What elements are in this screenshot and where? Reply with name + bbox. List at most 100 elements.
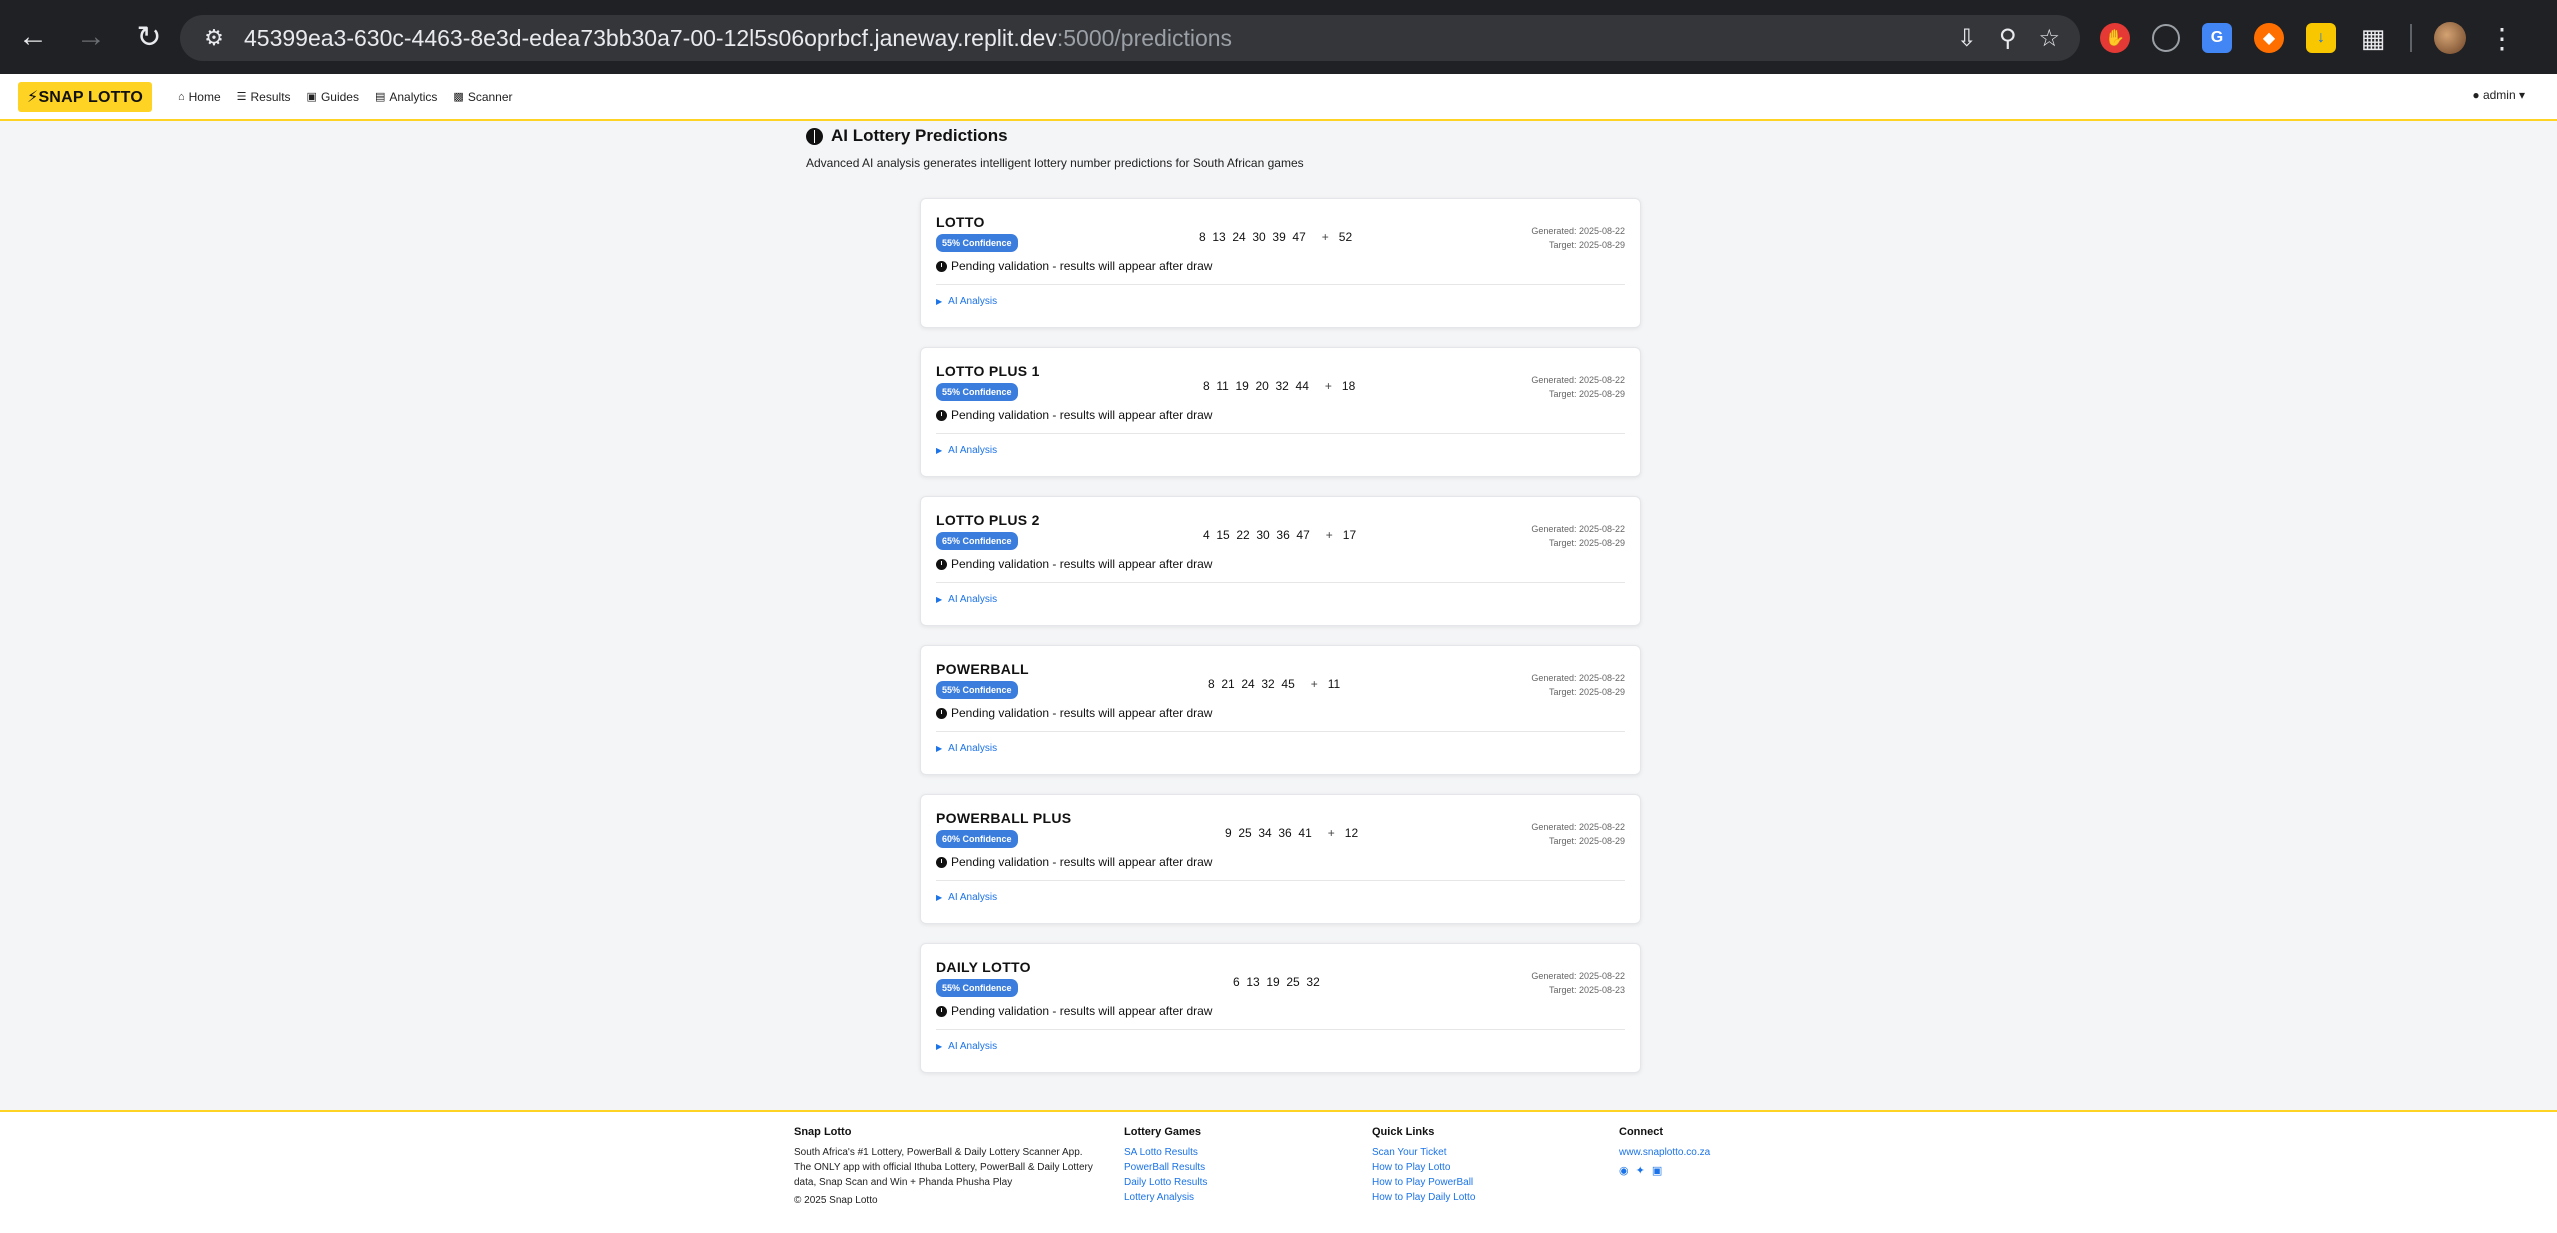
- predicted-numbers: 8 13 24 30 39 47 +52: [1199, 230, 1353, 244]
- website-link[interactable]: www.snaplotto.co.za: [1619, 1145, 1710, 1160]
- prediction-card-lotto-plus-1: LOTTO PLUS 1 55% Confidence Pending vali…: [920, 347, 1641, 477]
- confidence-badge: 55% Confidence: [936, 681, 1018, 699]
- nav-guides[interactable]: ▣ Guides: [307, 90, 359, 104]
- url-text[interactable]: 45399ea3-630c-4463-8e3d-edea73bb30a7-00-…: [244, 25, 1232, 52]
- bonus-number: 17: [1342, 528, 1357, 542]
- prediction-dates: Generated: 2025-08-22 Target: 2025-08-29: [1531, 226, 1625, 250]
- predicted-numbers: 8 21 24 32 45 +11: [1208, 677, 1341, 691]
- card-divider: [936, 433, 1625, 434]
- bonus-number: 18: [1341, 379, 1356, 393]
- footer-link[interactable]: Lottery Analysis: [1124, 1190, 1207, 1205]
- footer-quick-links: Quick Links Scan Your Ticket How to Play…: [1372, 1126, 1476, 1205]
- pending-status: Pending validation - results will appear…: [936, 259, 1212, 273]
- game-name: POWERBALL: [936, 661, 1029, 677]
- footer-about: Snap Lotto South Africa's #1 Lottery, Po…: [794, 1126, 1093, 1206]
- game-name: LOTTO: [936, 214, 985, 230]
- list-icon: ☰: [236, 91, 247, 103]
- facebook-icon[interactable]: ◉: [1619, 1164, 1629, 1179]
- home-icon: ⌂: [177, 90, 185, 103]
- prediction-card-lotto: LOTTO 55% Confidence Pending validation …: [920, 198, 1641, 328]
- bonus-number: 11: [1327, 677, 1341, 691]
- site-info-icon[interactable]: ⚙: [194, 25, 234, 51]
- ai-analysis-toggle[interactable]: ▶ AI Analysis: [936, 892, 997, 903]
- install-icon[interactable]: ⇩: [1957, 24, 1977, 53]
- bookmark-star-icon[interactable]: ☆: [2038, 24, 2060, 53]
- browser-menu-icon[interactable]: ⋮: [2488, 22, 2516, 55]
- caret-right-icon: ▶: [936, 893, 943, 902]
- ai-analysis-toggle[interactable]: ▶ AI Analysis: [936, 594, 997, 605]
- card-divider: [936, 1029, 1625, 1030]
- footer-connect: Connect www.snaplotto.co.za ◉ ✦ ▣: [1619, 1126, 1711, 1179]
- twitter-icon[interactable]: ✦: [1636, 1164, 1645, 1179]
- confidence-badge: 55% Confidence: [936, 383, 1018, 401]
- prediction-card-powerball: POWERBALL 55% Confidence Pending validat…: [920, 645, 1641, 775]
- app-navbar: ⚡SNAP LOTTO ⌂ Home ☰ Results ▣ Guides ▤ Anal…: [0, 74, 2557, 121]
- ai-analysis-toggle[interactable]: ▶ AI Analysis: [936, 1041, 997, 1052]
- nav-results[interactable]: ☰ Results: [237, 90, 291, 104]
- footer-link[interactable]: SA Lotto Results: [1124, 1145, 1207, 1160]
- footer-link[interactable]: How to Play PowerBall: [1372, 1175, 1475, 1190]
- clock-icon: [936, 856, 947, 868]
- book-icon: ▣: [306, 91, 317, 103]
- translate-extension-icon[interactable]: G: [2202, 23, 2232, 53]
- ai-analysis-toggle[interactable]: ▶ AI Analysis: [936, 743, 997, 754]
- user-icon: ●: [2472, 88, 2480, 102]
- footer-lottery-games: Lottery Games SA Lotto Results PowerBall…: [1124, 1126, 1208, 1205]
- footer-link[interactable]: PowerBall Results: [1124, 1160, 1207, 1175]
- instagram-icon[interactable]: ▣: [1652, 1164, 1662, 1179]
- forward-button[interactable]: →: [66, 12, 116, 62]
- clock-icon: [936, 409, 947, 421]
- game-name: POWERBALL PLUS: [936, 810, 1072, 826]
- pending-status: Pending validation - results will appear…: [936, 557, 1212, 571]
- footer-link[interactable]: How to Play Lotto: [1372, 1160, 1475, 1175]
- footer-link[interactable]: How to Play Daily Lotto: [1372, 1190, 1475, 1205]
- predicted-numbers: 4 15 22 30 36 47 +17: [1203, 528, 1357, 542]
- reload-button[interactable]: ↻: [124, 12, 174, 62]
- ai-analysis-toggle[interactable]: ▶ AI Analysis: [936, 296, 997, 307]
- nav-links: ⌂ Home ☰ Results ▣ Guides ▤ Analytics ▩ Scann…: [178, 90, 513, 104]
- bonus-number: 12: [1344, 826, 1359, 840]
- prediction-dates: Generated: 2025-08-22 Target: 2025-08-29: [1531, 673, 1625, 697]
- circle-extension-icon[interactable]: [2152, 24, 2180, 52]
- game-name: LOTTO PLUS 1: [936, 363, 1040, 379]
- confidence-badge: 65% Confidence: [936, 532, 1018, 550]
- ai-analysis-toggle[interactable]: ▶ AI Analysis: [936, 445, 997, 456]
- card-divider: [936, 284, 1625, 285]
- prediction-card-daily-lotto: DAILY LOTTO 55% Confidence Pending valid…: [920, 943, 1641, 1073]
- pending-status: Pending validation - results will appear…: [936, 855, 1212, 869]
- prediction-card-powerball-plus: POWERBALL PLUS 60% Confidence Pending va…: [920, 794, 1641, 924]
- nav-home[interactable]: ⌂ Home: [178, 90, 221, 104]
- confidence-badge: 60% Confidence: [936, 830, 1018, 848]
- download-extension-icon[interactable]: ↓: [2306, 23, 2336, 53]
- brand-logo[interactable]: ⚡SNAP LOTTO: [18, 81, 152, 112]
- prediction-card-lotto-plus-2: LOTTO PLUS 2 65% Confidence Pending vali…: [920, 496, 1641, 626]
- bonus-number: 52: [1338, 230, 1353, 244]
- footer-link[interactable]: Scan Your Ticket: [1372, 1145, 1475, 1160]
- predictions-list: LOTTO 55% Confidence Pending validation …: [920, 198, 1641, 1092]
- nav-analytics[interactable]: ▤ Analytics: [375, 90, 437, 104]
- pending-status: Pending validation - results will appear…: [936, 706, 1212, 720]
- clock-icon: [936, 707, 947, 719]
- card-divider: [936, 582, 1625, 583]
- nav-scanner[interactable]: ▩ Scanner: [453, 90, 512, 104]
- camera-icon: ▩: [453, 91, 464, 103]
- user-menu[interactable]: ● admin ▾: [2472, 88, 2525, 102]
- caret-right-icon: ▶: [936, 297, 943, 306]
- predicted-numbers: 8 11 19 20 32 44 +18: [1203, 379, 1356, 393]
- site-footer: Snap Lotto South Africa's #1 Lottery, Po…: [0, 1110, 2557, 1233]
- clock-icon: [936, 260, 947, 272]
- zoom-icon[interactable]: ⚲: [1999, 24, 2017, 53]
- clock-icon: [936, 1005, 947, 1017]
- browser-toolbar: ← → ↻ ⚙ 45399ea3-630c-4463-8e3d-edea73bb…: [0, 0, 2557, 74]
- extensions-puzzle-icon[interactable]: ▦: [2358, 23, 2388, 53]
- footer-link[interactable]: Daily Lotto Results: [1124, 1175, 1207, 1190]
- back-button[interactable]: ←: [8, 12, 58, 62]
- predicted-numbers: 6 13 19 25 32: [1233, 975, 1320, 989]
- adblock-extension-icon[interactable]: ✋: [2100, 23, 2130, 53]
- prediction-dates: Generated: 2025-08-22 Target: 2025-08-29: [1531, 524, 1625, 548]
- predicted-numbers: 9 25 34 36 41 +12: [1225, 826, 1359, 840]
- profile-avatar[interactable]: [2434, 22, 2466, 54]
- address-bar[interactable]: ⚙ 45399ea3-630c-4463-8e3d-edea73bb30a7-0…: [180, 15, 2080, 61]
- prediction-dates: Generated: 2025-08-22 Target: 2025-08-29: [1531, 822, 1625, 846]
- fox-extension-icon[interactable]: ◆: [2254, 23, 2284, 53]
